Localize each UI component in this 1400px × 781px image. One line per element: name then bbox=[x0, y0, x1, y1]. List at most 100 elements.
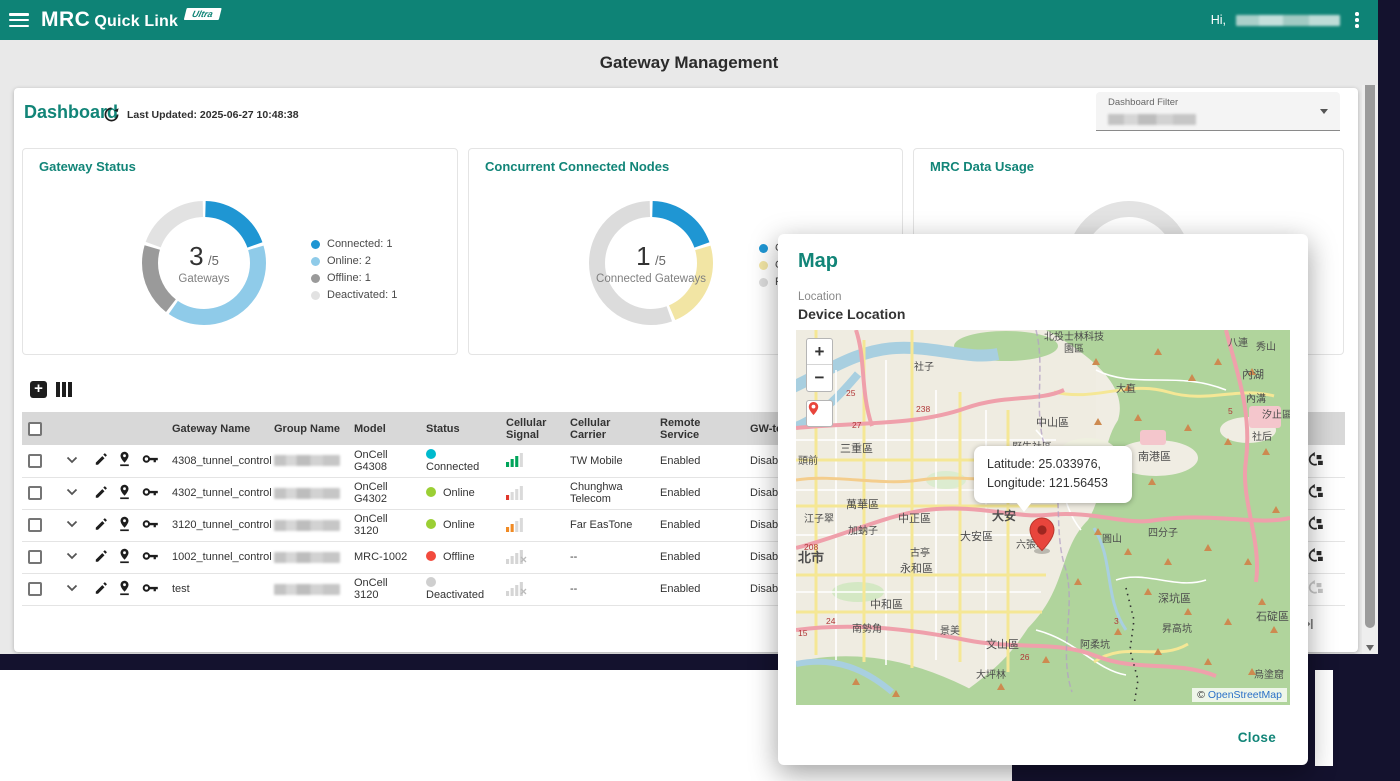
edit-pencil-icon[interactable] bbox=[94, 452, 108, 469]
edit-pencil-icon[interactable] bbox=[94, 485, 108, 502]
card-title: MRC Data Usage bbox=[930, 159, 1034, 174]
zoom-out-button[interactable]: − bbox=[807, 365, 832, 391]
col-gateway-name: Gateway Name bbox=[166, 412, 268, 445]
expand-chevron-icon[interactable] bbox=[66, 551, 78, 563]
dashboard-filter-select[interactable]: Dashboard Filter bbox=[1096, 92, 1340, 131]
modal-title: Map bbox=[798, 250, 838, 273]
gateway-status-legend: Connected: 1 Online: 2 Offline: 1 Deactivat… bbox=[311, 237, 397, 305]
gateway-name-cell: 4308_tunnel_control bbox=[166, 445, 268, 477]
row-checkbox[interactable] bbox=[28, 550, 42, 564]
legend-item: Connected: 1 bbox=[311, 237, 397, 251]
zoom-in-button[interactable]: + bbox=[807, 339, 832, 365]
status-dot bbox=[426, 519, 436, 529]
kebab-menu-icon[interactable] bbox=[1350, 11, 1364, 29]
key-icon[interactable] bbox=[142, 486, 159, 501]
key-icon[interactable] bbox=[142, 518, 159, 533]
location-pin-icon[interactable] bbox=[118, 580, 131, 599]
edit-pencil-icon[interactable] bbox=[94, 581, 108, 598]
location-pin-icon[interactable] bbox=[118, 516, 131, 535]
menu-hamburger-icon[interactable] bbox=[9, 13, 29, 27]
card-gateway-status: Gateway Status 3 /5 Gateways Connected: … bbox=[22, 148, 458, 355]
gateway-name-cell: 4302_tunnel_control bbox=[166, 477, 268, 509]
edit-pencil-icon[interactable] bbox=[94, 549, 108, 566]
legend-label: Deactivated: 1 bbox=[327, 289, 397, 301]
reconnect-device-icon[interactable] bbox=[1306, 452, 1323, 470]
map-place-label: 石碇區 bbox=[1256, 609, 1289, 623]
status-cell: Connected bbox=[420, 445, 500, 477]
scrollbar-thumb[interactable] bbox=[1365, 48, 1375, 628]
map-place-label: 阿柔坑 bbox=[1080, 638, 1110, 651]
expand-chevron-icon[interactable] bbox=[66, 583, 78, 595]
location-pin-icon[interactable] bbox=[118, 548, 131, 567]
map-place-label: 社子 bbox=[914, 360, 934, 373]
status-dot bbox=[426, 487, 436, 497]
model-cell: OnCell G4302 bbox=[348, 477, 420, 509]
map-modal: Map Location Device Location bbox=[778, 234, 1308, 765]
map-place-label: 中山區 bbox=[1036, 416, 1069, 429]
username-redacted bbox=[1236, 15, 1340, 26]
location-value: Device Location bbox=[798, 306, 905, 322]
scrollbar[interactable] bbox=[1362, 40, 1378, 654]
reconnect-device-icon[interactable] bbox=[1306, 516, 1323, 534]
map-place-label: 烏塗窟 bbox=[1254, 668, 1284, 681]
cellular-signal-icon bbox=[500, 509, 564, 541]
longitude-text: Longitude: 121.56453 bbox=[987, 474, 1119, 493]
model-cell: OnCell 3120 bbox=[348, 509, 420, 541]
location-pin-icon[interactable] bbox=[118, 484, 131, 503]
row-checkbox[interactable] bbox=[28, 518, 42, 532]
group-name-redacted bbox=[274, 584, 340, 595]
map-place-label: 汐止區 bbox=[1262, 408, 1290, 421]
reconnect-device-icon bbox=[1306, 580, 1323, 598]
legend-item: Offline: 1 bbox=[311, 271, 397, 285]
road-number-label: 3 bbox=[1114, 616, 1119, 626]
map-place-label: 古亭 bbox=[910, 546, 930, 559]
key-icon[interactable] bbox=[142, 582, 159, 597]
map-place-label: 社后 bbox=[1252, 430, 1272, 443]
row-checkbox[interactable] bbox=[28, 486, 42, 500]
reconnect-device-icon[interactable] bbox=[1306, 548, 1323, 566]
add-gateway-button[interactable]: + bbox=[30, 381, 47, 398]
legend-item: Deactivated: 1 bbox=[311, 288, 397, 302]
expand-chevron-icon[interactable] bbox=[66, 519, 78, 531]
col-remote-service: Remote Service bbox=[654, 412, 744, 445]
brand-quick-link: Quick Link bbox=[94, 13, 178, 31]
select-all-checkbox[interactable] bbox=[28, 422, 42, 436]
close-button[interactable]: Close bbox=[1238, 730, 1276, 745]
map-place-label: 圓山 bbox=[1102, 533, 1122, 545]
map-svg: 北投士林科技園區社子八連秀山內湖內溝大直中山區三重區頭前屘牛社區南港區社后汐止區… bbox=[796, 330, 1290, 705]
gateway-name-cell: 1002_tunnel_control bbox=[166, 541, 268, 573]
concurrent-nodes-donut: 1 /5 Connected Gateways bbox=[589, 201, 713, 325]
scrollbar-down-arrow[interactable] bbox=[1366, 645, 1374, 651]
brand-mrc: MRC bbox=[41, 8, 90, 32]
column-settings-icon[interactable] bbox=[56, 382, 72, 397]
expand-chevron-icon[interactable] bbox=[66, 487, 78, 499]
gateway-name-cell: 3120_tunnel_control bbox=[166, 509, 268, 541]
map-place-label: 內溝 bbox=[1246, 392, 1266, 405]
map-place-label: 深坑區 bbox=[1158, 591, 1191, 605]
key-icon[interactable] bbox=[142, 453, 159, 468]
openstreetmap-link[interactable]: OpenStreetMap bbox=[1208, 689, 1282, 701]
copyright-symbol: © bbox=[1197, 689, 1205, 701]
map-place-label: 大安 bbox=[992, 508, 1016, 523]
map-place-label: 北市 bbox=[798, 550, 824, 565]
status-cell: Online bbox=[420, 509, 500, 541]
edit-pencil-icon[interactable] bbox=[94, 517, 108, 534]
cellular-signal-icon bbox=[500, 573, 564, 605]
model-cell: OnCell 3120 bbox=[348, 573, 420, 605]
legend-item: Online: 2 bbox=[311, 254, 397, 268]
expand-chevron-icon[interactable] bbox=[66, 455, 78, 467]
bottom-white-strip bbox=[1315, 670, 1333, 766]
row-checkbox[interactable] bbox=[28, 454, 42, 468]
reconnect-device-icon[interactable] bbox=[1306, 484, 1323, 502]
remote-service-cell: Enabled bbox=[654, 477, 744, 509]
recenter-button[interactable] bbox=[806, 400, 833, 427]
map-zoom-control: + − bbox=[806, 338, 833, 392]
refresh-icon[interactable] bbox=[103, 106, 121, 124]
row-checkbox[interactable] bbox=[28, 582, 42, 596]
status-dot bbox=[426, 551, 436, 561]
road-number-label: 238 bbox=[916, 404, 930, 414]
key-icon[interactable] bbox=[142, 550, 159, 565]
location-pin-icon[interactable] bbox=[118, 451, 131, 470]
col-cellular-signal: Cellular Signal bbox=[500, 412, 564, 445]
map-canvas[interactable]: 北投士林科技園區社子八連秀山內湖內溝大直中山區三重區頭前屘牛社區南港區社后汐止區… bbox=[796, 330, 1290, 705]
